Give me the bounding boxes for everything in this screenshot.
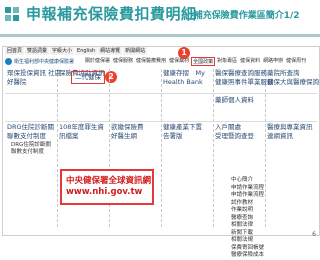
- agency-logo-icon: [5, 57, 12, 65]
- link-c4-1[interactable]: Health Bank: [163, 78, 203, 87]
- mega-menu-grid: 眾保投保資訊 社區 好醫院 DRG住院診斷關 聯數支付制度 DRG住院診斷關 聯…: [5, 69, 319, 229]
- topnav-glossary[interactable]: 雙語詞彙: [25, 47, 50, 55]
- link-c4-3[interactable]: 告署版: [163, 132, 183, 141]
- topnav-font-size[interactable]: 字級大小: [50, 47, 75, 55]
- website-screenshot: 回首頁 雙語詞彙 字級大小 English 網站導覽 新開網站 衛生福利部中央健…: [2, 46, 320, 258]
- link-c6-0[interactable]: 藥院所查詢: [267, 69, 300, 78]
- submenu-item[interactable]: 申請作業流程: [231, 185, 264, 193]
- topnav-english[interactable]: English: [75, 47, 98, 55]
- submenu-item[interactable]: 醫療查詢: [231, 215, 264, 223]
- link-c5-3[interactable]: 入戶關處: [215, 123, 241, 132]
- menu-national-policy[interactable]: 全國政策: [191, 56, 216, 66]
- submenu-item[interactable]: 試作教材: [231, 200, 264, 208]
- menu-services[interactable]: 健保服務: [112, 57, 134, 66]
- topnav-new[interactable]: 新開網站: [123, 47, 148, 55]
- top-utility-nav: 回首頁 雙語詞彙 字級大小 English 網站導覽 新開網站: [5, 47, 148, 55]
- menu-medical-fees[interactable]: 健保醫療費用: [135, 57, 167, 66]
- link-c1-3[interactable]: 聯數支付制度: [7, 132, 46, 141]
- menu-data[interactable]: 健保資料: [239, 57, 261, 66]
- link-c4-0[interactable]: 健康存摺 My: [163, 69, 205, 78]
- submenu-item[interactable]: 新聞下載: [231, 230, 264, 238]
- link-c5-0[interactable]: 醫保醫療查詢服務: [215, 69, 267, 78]
- menu-weekly[interactable]: 健保周刊: [285, 57, 307, 66]
- title-divider: [0, 34, 320, 37]
- link-nhi-2nd-generation[interactable]: 二代健保: [71, 71, 105, 84]
- link-c4-2[interactable]: 健康產業下置: [163, 123, 202, 132]
- submenu-item[interactable]: 作業說明: [231, 207, 264, 215]
- submenu-item[interactable]: 相關法規: [231, 237, 264, 245]
- menu-online[interactable]: 網路申辦: [262, 57, 284, 66]
- link-c3-0[interactable]: 欲繳保險費: [111, 123, 144, 132]
- site-header: 衛生福利部中央健康保險署 關於健保署 健保服務 健保醫療費用 健保藥材 全國政策…: [5, 56, 317, 66]
- site-name[interactable]: 衛生福利部中央健康保險署: [14, 58, 74, 65]
- link-c5-1[interactable]: 健康照事件單業服務: [215, 78, 274, 87]
- submenu-item[interactable]: 申請作業流程: [231, 192, 264, 200]
- row-divider: [5, 121, 317, 122]
- link-c6-1[interactable]: 健保大與醫療保詢: [267, 78, 319, 87]
- topnav-sitemap[interactable]: 網站導覽: [98, 47, 123, 55]
- menu-about[interactable]: 關於健保署: [84, 57, 111, 66]
- submenu-item[interactable]: 相關法律: [231, 222, 264, 230]
- website-callout: 中央健保署全球資訊網 www.nhi.gov.tw: [60, 169, 154, 205]
- link-c5-2[interactable]: 藥師個人資料: [215, 96, 254, 105]
- link-c1-1[interactable]: 好醫院: [7, 78, 27, 87]
- link-c2-2[interactable]: 108年度罪生資: [59, 123, 104, 132]
- link-c5-4[interactable]: 受理暨詢查登: [215, 132, 254, 141]
- slide-title-bar: 申報補充保險費扣費明細 -補充保險費作業區簡介1/2: [0, 0, 320, 38]
- callout-url[interactable]: www.nhi.gov.tw: [66, 187, 142, 197]
- submenu-item[interactable]: 保費寄回帳號: [231, 245, 264, 253]
- slide-title: 申報補充保險費扣費明細: [26, 5, 197, 23]
- topnav-home[interactable]: 回首頁: [5, 47, 25, 55]
- link-c1-0[interactable]: 眾保投保資訊 社區: [7, 69, 61, 78]
- link-c6-2[interactable]: 醫療與專業資訊: [267, 123, 313, 132]
- main-menu: 關於健保署 健保服務 健保醫療費用 健保藥材 全國政策 對象專區 健保資料 網路…: [84, 56, 307, 66]
- link-c2-3[interactable]: 訊檔案: [59, 132, 79, 141]
- submenu-list: 中心簡介 申請作業流程 申請作業流程 試作教材 作業說明 醫療查詢 相關法律 新…: [231, 177, 264, 260]
- link-c1-4[interactable]: DRG住院診斷關: [11, 142, 51, 149]
- logo-icon: [5, 7, 19, 21]
- link-c1-5[interactable]: 聯數支付制度: [11, 149, 44, 156]
- submenu-item[interactable]: 醫療保險成本: [231, 252, 264, 260]
- submenu-item[interactable]: 中心簡介: [231, 177, 264, 185]
- step-badge-1: 1: [178, 47, 190, 59]
- row-divider: [5, 93, 317, 94]
- link-c6-3[interactable]: 連網資訊: [267, 132, 293, 141]
- callout-site-name: 中央健保署全球資訊網: [66, 176, 152, 186]
- page-number: 6: [312, 231, 316, 238]
- slide-subtitle: -補充保險費作業區簡介1/2: [190, 11, 300, 21]
- link-c3-1[interactable]: 好醫生網: [111, 132, 137, 141]
- link-c1-2[interactable]: DRG住院診斷關: [7, 123, 54, 132]
- menu-audience[interactable]: 對象專區: [216, 57, 238, 66]
